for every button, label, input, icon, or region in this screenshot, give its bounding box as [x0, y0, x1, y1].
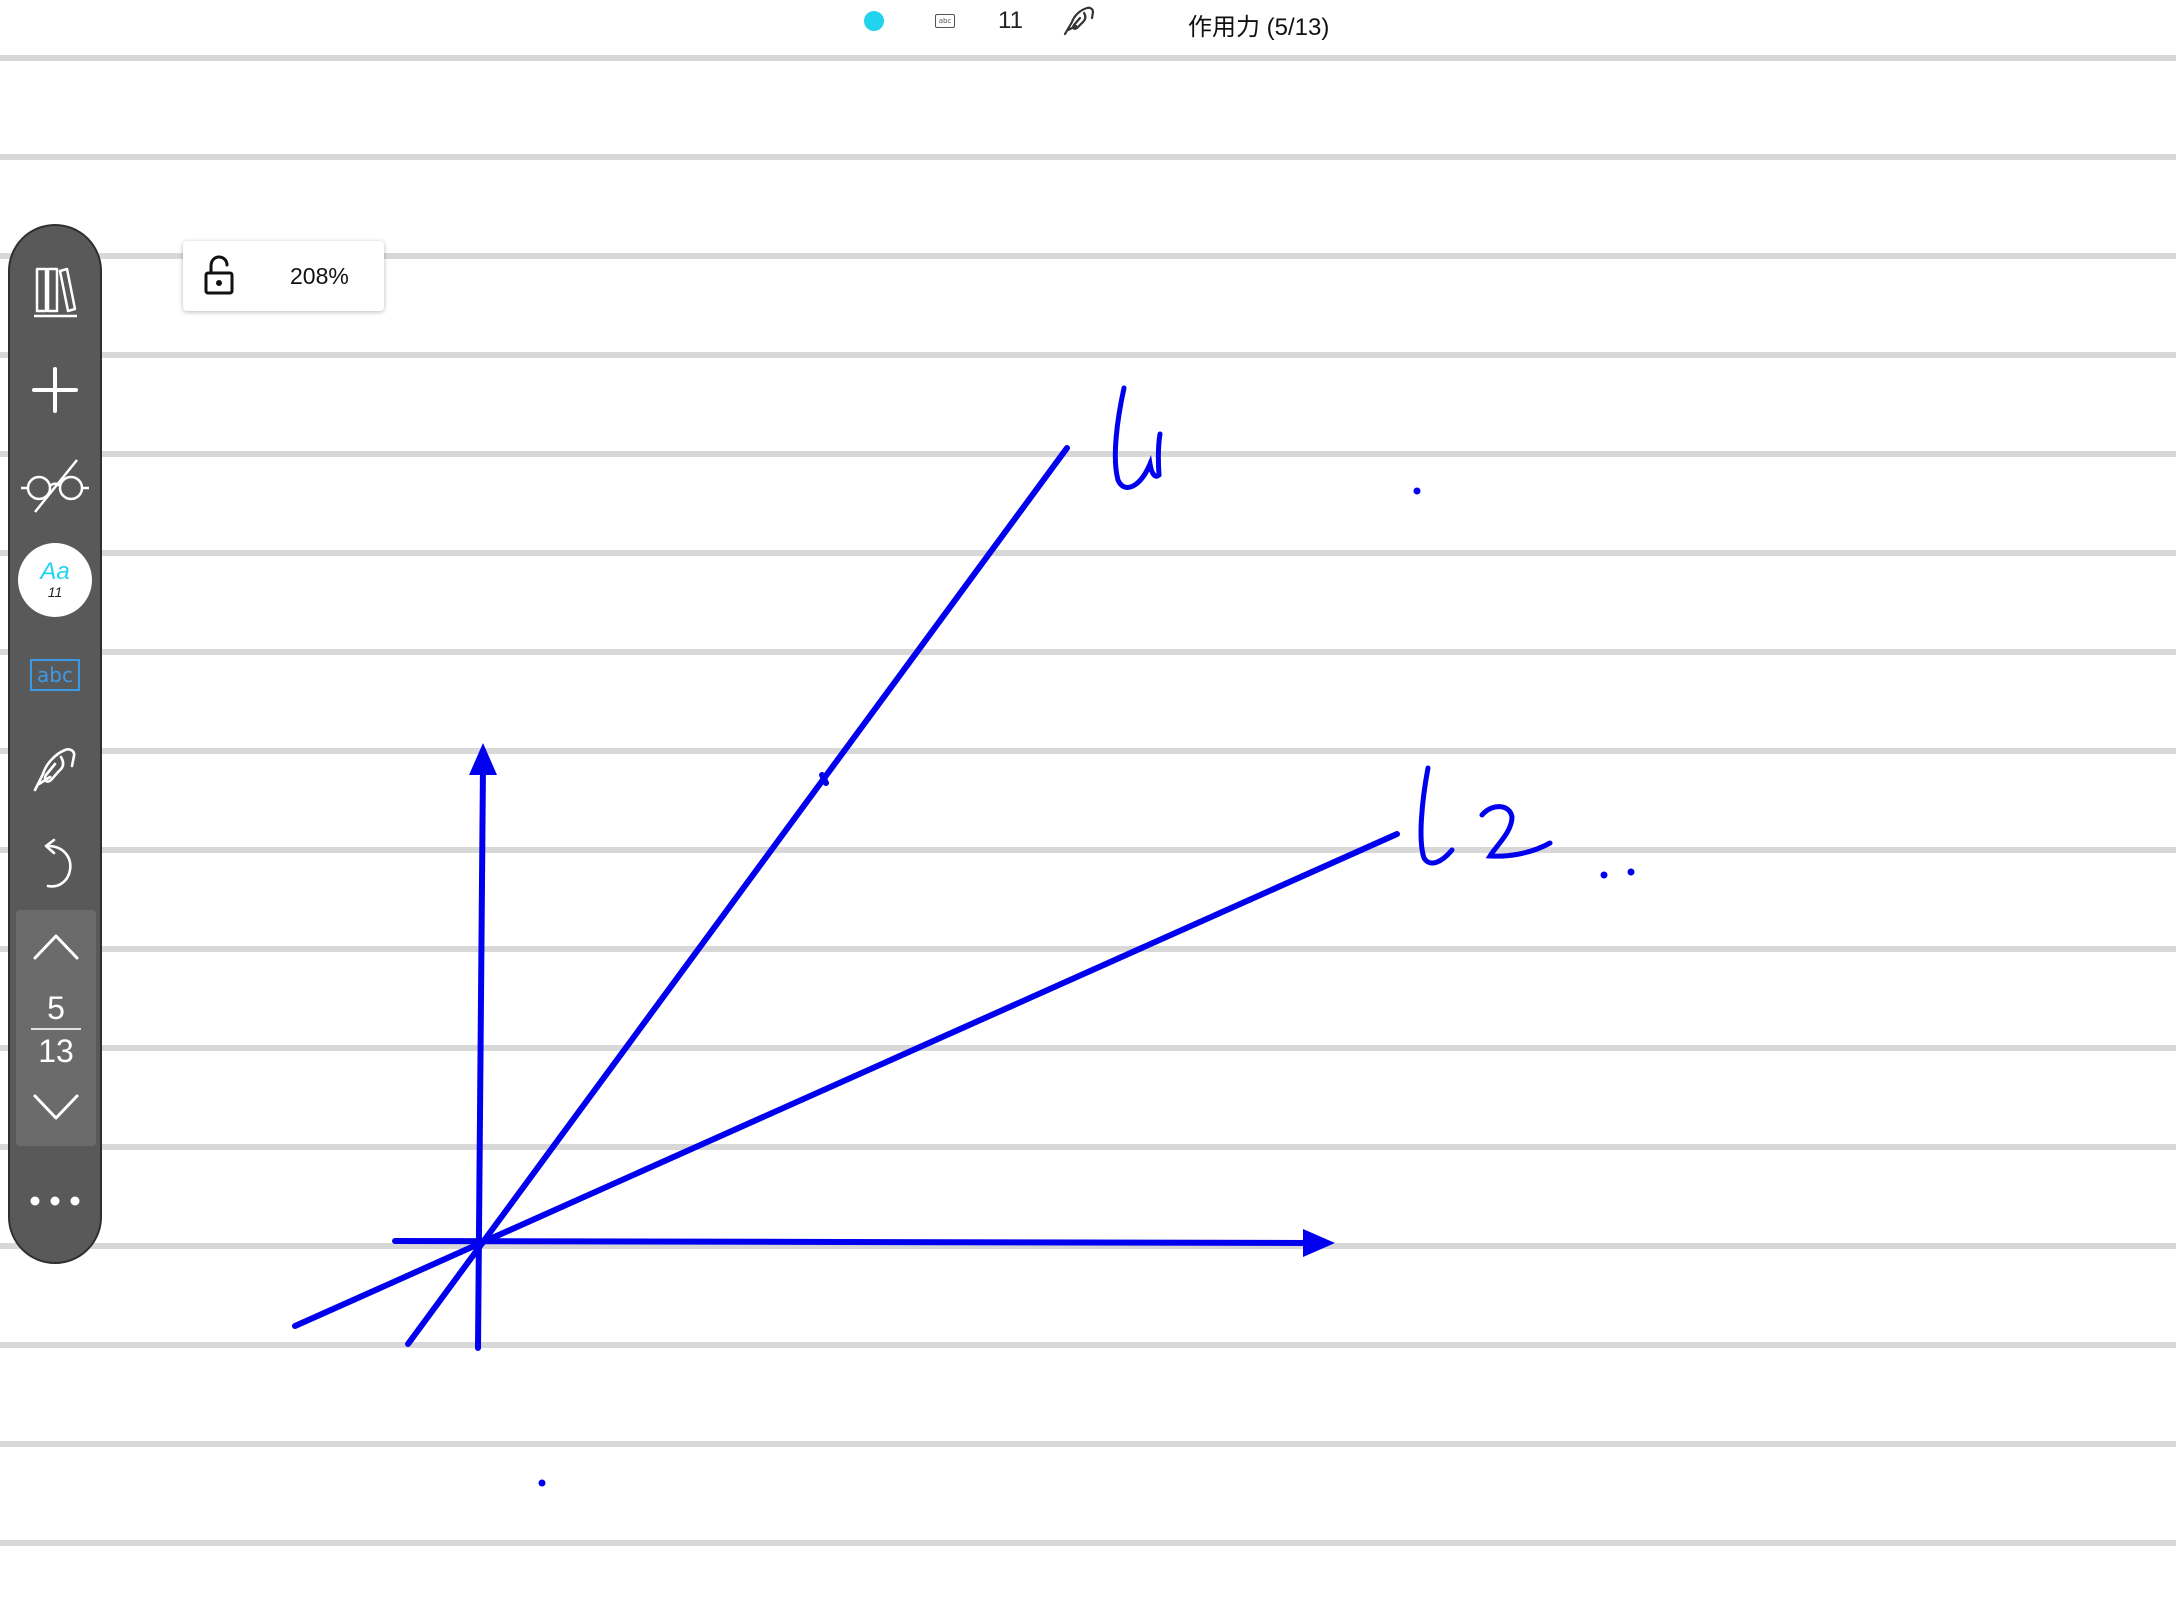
label-l2-stroke [1479, 804, 1553, 859]
more-icon [30, 1196, 80, 1206]
pen-button[interactable] [10, 736, 100, 800]
pen-icon[interactable] [1062, 4, 1098, 38]
page-divider [31, 1028, 81, 1030]
ink-dot [538, 1479, 546, 1487]
ink-strokes [292, 385, 1553, 1351]
page-navigator: 5 13 [16, 910, 96, 1146]
pen-size-label: 11 [998, 7, 1023, 34]
line-l2-stroke [292, 831, 1400, 1329]
pen-icon [33, 748, 76, 792]
page-current: 5 [47, 990, 65, 1026]
ink-dot [1627, 868, 1635, 876]
undo-button[interactable] [10, 832, 100, 896]
text-box-button[interactable]: abc [10, 650, 100, 700]
x-axis-arrowhead [1303, 1229, 1335, 1257]
y-axis-arrowhead [469, 743, 497, 775]
label-l2-stroke [1418, 765, 1455, 866]
font-style-circle: Aa 11 [18, 543, 92, 617]
ink-dot [1413, 487, 1421, 495]
zoom-popup: 208% [183, 241, 384, 311]
zoom-level: 208% [290, 263, 349, 289]
view-mode-button[interactable] [10, 454, 100, 518]
note-page[interactable]: abc 11 作用力 (5/13) 208% Aa 11 abc 5 13 [0, 0, 2176, 1600]
label-l1-stroke [1112, 385, 1163, 490]
pen-color-indicator[interactable] [864, 11, 884, 31]
chevron-up-icon[interactable] [31, 930, 81, 964]
font-sample-label: Aa [40, 558, 70, 585]
side-toolbar: Aa 11 abc 5 13 [8, 224, 102, 1264]
library-icon [34, 267, 77, 318]
undo-icon [44, 838, 72, 888]
ink-drawing [292, 385, 1635, 1487]
more-button[interactable] [10, 1176, 100, 1226]
y-axis-stroke [475, 762, 486, 1351]
add-button[interactable] [10, 360, 100, 420]
line-l1-stroke [405, 445, 1070, 1347]
text-box-icon: abc [30, 659, 80, 691]
status-bar: abc 11 作用力 (5/13) [0, 0, 2176, 48]
ink-dot [1600, 871, 1608, 879]
glasses-icon [21, 459, 89, 513]
chevron-down-icon[interactable] [31, 1090, 81, 1124]
font-size-label: 11 [47, 584, 63, 600]
font-style-button[interactable]: Aa 11 [10, 538, 100, 622]
add-icon [32, 367, 78, 413]
text-icon[interactable]: abc [935, 14, 955, 28]
x-axis-stroke [392, 1238, 1313, 1246]
ink-tick [819, 772, 829, 786]
lock-open-icon[interactable] [202, 255, 236, 297]
library-button[interactable] [10, 262, 100, 322]
document-title: 作用力 (5/13) [1188, 14, 1330, 41]
page-total: 13 [38, 1033, 74, 1069]
